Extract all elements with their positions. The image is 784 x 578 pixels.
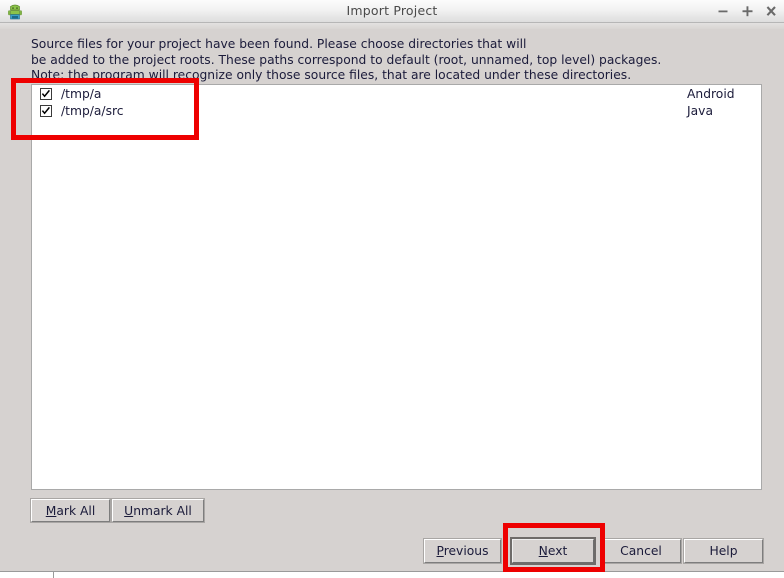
- maximize-button[interactable]: [741, 4, 754, 18]
- directory-path: /tmp/a: [61, 86, 102, 101]
- unmark-all-mnemonic: U: [124, 503, 134, 518]
- list-item[interactable]: /tmp/a Android: [32, 85, 761, 102]
- next-button[interactable]: Next: [510, 537, 596, 565]
- unmark-all-suffix: nmark All: [133, 503, 192, 518]
- previous-suffix: revious: [443, 544, 489, 558]
- minimize-button[interactable]: [717, 4, 730, 18]
- directory-checkbox[interactable]: [40, 87, 52, 100]
- instruction-line-2: be added to the project roots. These pat…: [31, 52, 662, 67]
- mark-all-label: Mark All: [46, 504, 96, 518]
- dialog-bottom-edge: [0, 571, 784, 578]
- window-title: Import Project: [346, 3, 438, 18]
- previous-mnemonic: P: [436, 544, 444, 558]
- directory-checkbox[interactable]: [40, 104, 52, 117]
- mark-all-mnemonic: M: [45, 503, 57, 518]
- next-suffix: ext: [547, 544, 568, 558]
- directory-type: Java: [687, 103, 713, 118]
- title-bar: Import Project: [0, 0, 784, 23]
- unmark-all-button[interactable]: Unmark All: [111, 498, 205, 523]
- mark-all-suffix: ark All: [56, 503, 96, 518]
- next-label: Next: [539, 544, 568, 558]
- next-mnemonic: N: [538, 544, 548, 558]
- help-button[interactable]: Help: [683, 538, 764, 564]
- list-item[interactable]: /tmp/a/src Java: [32, 102, 761, 119]
- cancel-label: Cancel: [620, 544, 662, 558]
- instruction-text: Source files for your project have been …: [31, 37, 731, 84]
- previous-label: Previous: [437, 544, 489, 558]
- cancel-button[interactable]: Cancel: [600, 538, 682, 564]
- help-label: Help: [709, 544, 738, 558]
- directory-path: /tmp/a/src: [61, 103, 124, 118]
- window-controls: [717, 0, 778, 22]
- mark-all-button[interactable]: Mark All: [30, 498, 111, 523]
- import-project-dialog: Import Project Source files for your pro…: [0, 0, 784, 578]
- source-directories-list[interactable]: /tmp/a Android /tmp/a/src Java: [31, 84, 762, 490]
- close-button[interactable]: [765, 4, 778, 18]
- dialog-content: Source files for your project have been …: [0, 29, 784, 578]
- instruction-line-1: Source files for your project have been …: [31, 37, 527, 51]
- unmark-all-label: Unmark All: [124, 504, 192, 518]
- directory-type: Android: [687, 86, 735, 101]
- instruction-line-3: Note: the program will recognize only th…: [31, 68, 632, 83]
- previous-button[interactable]: Previous: [423, 538, 502, 564]
